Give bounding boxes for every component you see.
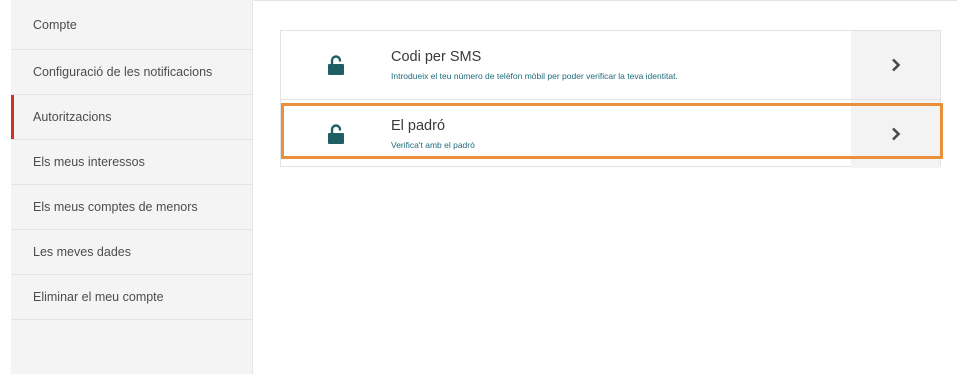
authorization-description: Verifica't amb el padró (391, 140, 475, 150)
sidebar-item-eliminar-compte[interactable]: Eliminar el meu compte (11, 275, 252, 320)
chevron-right-icon (891, 127, 900, 141)
authorization-title: Codi per SMS (391, 49, 482, 65)
sidebar-item-interessos[interactable]: Els meus interessos (11, 140, 252, 185)
authorization-title: El padró (391, 118, 446, 134)
unlocked-padlock-icon (328, 124, 344, 144)
page: Compte Configuració de les notificacions… (0, 0, 957, 374)
sidebar: Compte Configuració de les notificacions… (11, 0, 253, 374)
sidebar-item-compte[interactable]: Compte (11, 0, 252, 50)
chevron-right-icon (891, 58, 900, 72)
top-divider (254, 0, 957, 1)
sidebar-item-comptes-menors[interactable]: Els meus comptes de menors (11, 185, 252, 230)
authorization-arrow-button[interactable] (851, 31, 940, 99)
sidebar-item-label: Compte (33, 18, 77, 32)
icon-cell (281, 100, 391, 168)
authorization-text: El padró Verifica't amb el padró (391, 100, 851, 168)
sidebar-item-notificacions[interactable]: Configuració de les notificacions (11, 50, 252, 95)
sidebar-item-autoritzacions[interactable]: Autoritzacions (11, 95, 252, 140)
authorization-option-padro[interactable]: El padró Verifica't amb el padró (281, 100, 940, 168)
authorization-description: Introdueix el teu número de telèfon mòbi… (391, 71, 678, 81)
sidebar-item-label: Els meus comptes de menors (33, 200, 198, 214)
sidebar-item-label: Eliminar el meu compte (33, 290, 164, 304)
authorization-arrow-button[interactable] (851, 100, 940, 168)
sidebar-item-label: Les meves dades (33, 245, 131, 259)
unlocked-padlock-icon (328, 55, 344, 75)
sidebar-item-dades[interactable]: Les meves dades (11, 230, 252, 275)
authorization-text: Codi per SMS Introdueix el teu número de… (391, 31, 851, 99)
icon-cell (281, 31, 391, 99)
sidebar-item-label: Els meus interessos (33, 155, 145, 169)
sidebar-item-label: Autoritzacions (33, 110, 112, 124)
sidebar-item-label: Configuració de les notificacions (33, 65, 213, 79)
authorization-list: Codi per SMS Introdueix el teu número de… (280, 30, 941, 168)
authorization-option-sms[interactable]: Codi per SMS Introdueix el teu número de… (281, 31, 940, 100)
